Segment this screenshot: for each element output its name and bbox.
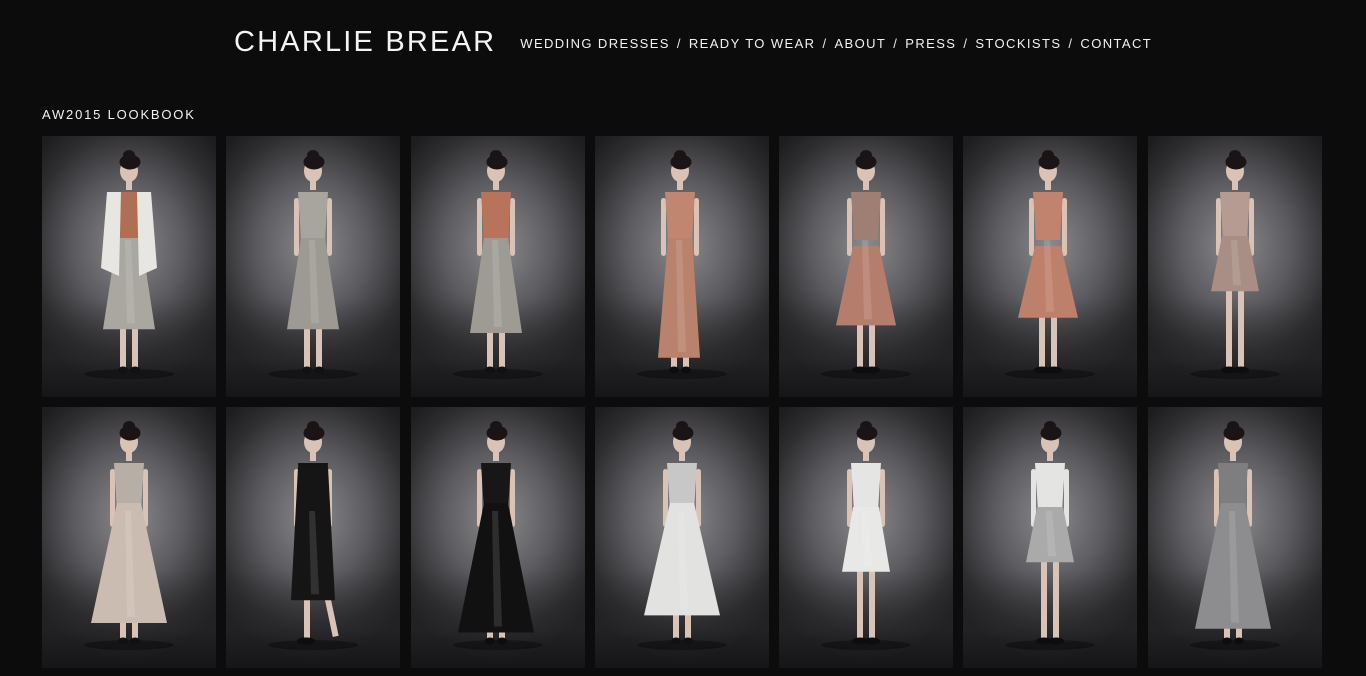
lookbook-image[interactable] bbox=[594, 136, 769, 397]
lookbook-image[interactable] bbox=[963, 136, 1138, 397]
model-figure bbox=[643, 421, 720, 645]
model-figure bbox=[1194, 421, 1271, 645]
brand-logo[interactable]: CHARLIE BREAR bbox=[234, 27, 496, 57]
lookbook-image[interactable] bbox=[226, 407, 401, 668]
lookbook-image[interactable] bbox=[1147, 136, 1322, 397]
lookbook-image[interactable] bbox=[1147, 407, 1322, 668]
site-header: CHARLIE BREAR WEDDING DRESSES / READY TO… bbox=[234, 22, 1152, 62]
nav-separator: / bbox=[893, 35, 899, 51]
nav-wedding-dresses[interactable]: WEDDING DRESSES bbox=[520, 36, 670, 51]
page: CHARLIE BREAR WEDDING DRESSES / READY TO… bbox=[0, 0, 1366, 676]
nav-separator: / bbox=[822, 35, 828, 51]
lookbook-image[interactable] bbox=[779, 136, 954, 397]
model-figure bbox=[1026, 421, 1075, 645]
lookbook-gallery bbox=[42, 136, 1322, 668]
model-figure bbox=[91, 421, 167, 645]
model-figure bbox=[657, 150, 700, 374]
lookbook-image[interactable] bbox=[410, 136, 585, 397]
lookbook-image[interactable] bbox=[226, 136, 401, 397]
model-figure bbox=[291, 421, 339, 645]
model-figure bbox=[101, 150, 157, 374]
nav-about[interactable]: ABOUT bbox=[834, 36, 886, 51]
lookbook-image[interactable] bbox=[594, 407, 769, 668]
nav-press[interactable]: PRESS bbox=[905, 36, 956, 51]
lookbook-image[interactable] bbox=[410, 407, 585, 668]
main-nav: WEDDING DRESSES / READY TO WEAR / ABOUT … bbox=[520, 34, 1152, 51]
nav-separator: / bbox=[1068, 35, 1074, 51]
lookbook-image[interactable] bbox=[42, 136, 216, 397]
model-figure bbox=[469, 150, 522, 374]
lookbook-image[interactable] bbox=[42, 407, 216, 668]
nav-ready-to-wear[interactable]: READY TO WEAR bbox=[689, 36, 816, 51]
nav-separator: / bbox=[963, 35, 969, 51]
nav-stockists[interactable]: STOCKISTS bbox=[975, 36, 1061, 51]
lookbook-title: AW2015 LOOKBOOK bbox=[42, 107, 196, 122]
model-figure bbox=[287, 150, 340, 374]
nav-contact[interactable]: CONTACT bbox=[1080, 36, 1152, 51]
model-figure bbox=[836, 150, 897, 374]
model-figure bbox=[1018, 150, 1079, 374]
lookbook-image[interactable] bbox=[963, 407, 1138, 668]
model-figure bbox=[842, 421, 891, 645]
model-figure bbox=[1210, 150, 1259, 374]
lookbook-image[interactable] bbox=[779, 407, 954, 668]
model-figure bbox=[457, 421, 534, 645]
nav-separator: / bbox=[676, 35, 682, 51]
